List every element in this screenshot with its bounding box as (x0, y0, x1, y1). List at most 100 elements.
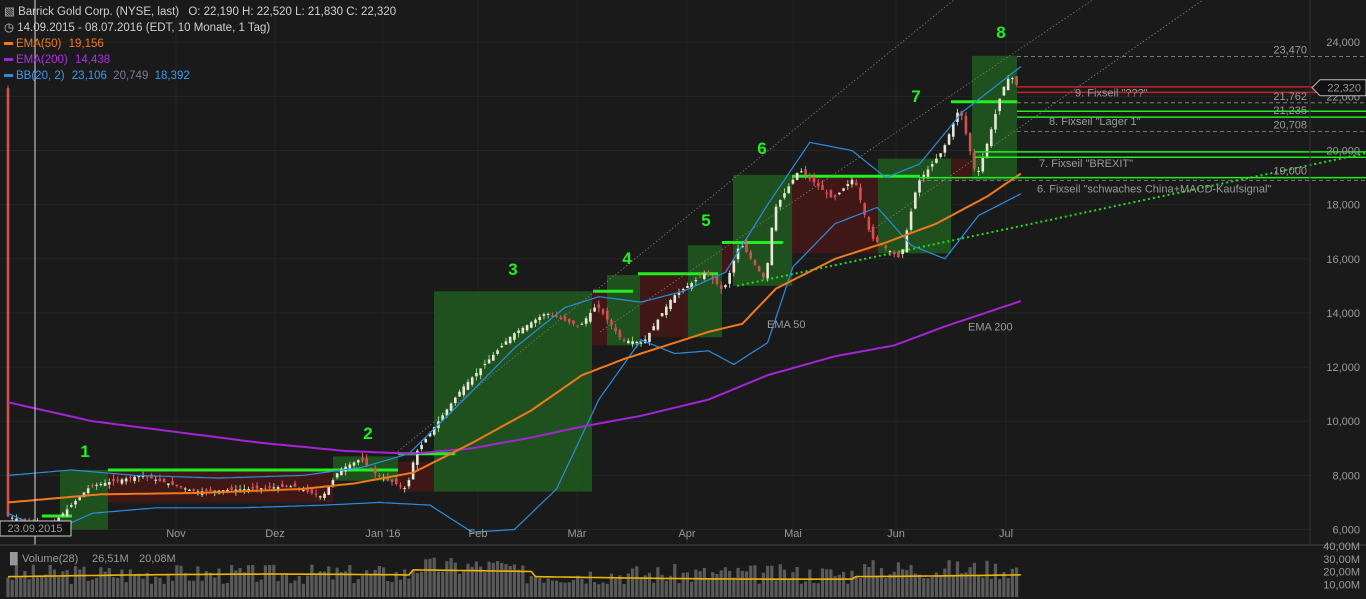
candle-body (627, 341, 630, 343)
candle-body (121, 479, 124, 483)
volume-bar (572, 580, 575, 597)
volume-bar (973, 563, 976, 597)
candle-body (268, 486, 271, 487)
volume-bar (850, 571, 853, 597)
volume-bar (357, 579, 360, 597)
volume-bar (441, 572, 444, 597)
ema200-swatch (4, 58, 13, 61)
candle-body (733, 261, 736, 273)
candle-body (471, 377, 474, 384)
date-range-line: ◷ 14.09.2015 - 08.07.2016 (EDT, 10 Monat… (4, 21, 270, 35)
y-tick-label: 12,000 (1326, 362, 1360, 374)
candle-body (914, 192, 917, 208)
volume-bar (931, 577, 934, 597)
candle-body (699, 277, 702, 278)
candle-body (657, 320, 660, 330)
wave-box-9 (688, 245, 722, 337)
volume-bar (728, 571, 731, 597)
volume-bar (614, 579, 617, 597)
candle-body (944, 145, 947, 153)
level-label-3: 21,235 (1273, 105, 1307, 117)
volume-bar (137, 574, 140, 597)
candle-body (809, 176, 812, 179)
price-chart[interactable]: 23,47021,76221,23520,70819,000 9. Fixsei… (0, 0, 1366, 599)
volume-bar (306, 576, 309, 597)
volume-bar (298, 576, 301, 597)
volume-bar (213, 578, 216, 597)
candle-body (728, 273, 731, 284)
candle-body (783, 193, 786, 197)
volume-bar (87, 581, 90, 597)
candle-body (408, 480, 411, 486)
candle-body (543, 314, 546, 316)
volume-bar (179, 566, 182, 597)
candle-body (1003, 87, 1006, 96)
volume-bar (289, 583, 292, 597)
candle-body (631, 341, 634, 344)
y-tick-label: 14,000 (1326, 308, 1360, 320)
volume-bar (956, 561, 959, 597)
candle-body (754, 261, 757, 265)
volume-bar (285, 573, 288, 597)
volume-bar (247, 565, 250, 597)
volume-bar (677, 583, 680, 597)
volume-bar (146, 573, 149, 597)
candle-body (876, 237, 879, 242)
volume-bar (960, 573, 963, 597)
volume-bar (1011, 569, 1014, 597)
volume-bar (656, 567, 659, 597)
volume-bar (433, 558, 436, 597)
x-tick-label: Jan '16 (365, 528, 400, 540)
candle-body (948, 134, 951, 144)
volume-bar (336, 568, 339, 597)
volume-bar (538, 578, 541, 597)
volume-bar (601, 582, 604, 597)
ema50-legend[interactable]: EMA(50) 19,156 (4, 37, 104, 51)
candle-body (661, 313, 664, 316)
candle-body (264, 488, 267, 489)
volume-bar (390, 582, 393, 597)
wave-box-8 (640, 275, 688, 337)
candle-body (205, 490, 208, 491)
volume-bar (378, 566, 381, 597)
candle-body (1011, 78, 1014, 79)
ema200-legend[interactable]: EMA(200) 14,438 (4, 53, 110, 67)
ema50-value: 19,156 (69, 38, 104, 50)
ema200-value: 14,438 (75, 54, 110, 66)
y-tick-label: 18,000 (1326, 200, 1360, 212)
volume-bar (897, 562, 900, 597)
volume-bar (597, 584, 600, 597)
wave-number-7: 7 (911, 87, 920, 106)
y-tick-label: 10,000 (1326, 416, 1360, 428)
level-label-1: 23,470 (1273, 45, 1307, 57)
candle-body (682, 289, 685, 290)
volume-bar (800, 584, 803, 597)
annotation-ema200: EMA 200 (968, 322, 1013, 334)
candle-body (154, 480, 157, 481)
candle-body (70, 505, 73, 507)
x-tick-label: Jun (887, 528, 905, 540)
volume-bar (863, 564, 866, 597)
candle-body (260, 488, 263, 489)
bb-lower: 18,392 (155, 70, 190, 82)
volume-bar (783, 570, 786, 597)
candle-body (821, 185, 824, 190)
volume-bar (576, 576, 579, 597)
volume-bar (623, 584, 626, 597)
wave-number-3: 3 (508, 260, 517, 279)
volume-bar (753, 565, 756, 597)
annotation-ema50: EMA 50 (767, 319, 806, 331)
volume-bar (589, 572, 592, 597)
volume-bar (758, 584, 761, 597)
volume-bar (57, 577, 60, 597)
volume-bar (977, 576, 980, 597)
volume-bar (424, 559, 427, 597)
candle-body (176, 485, 179, 486)
candle-body (762, 273, 765, 277)
bb-legend[interactable]: BB(20, 2) 23,106 20,749 18,392 (4, 69, 190, 83)
volume-tick-label: 10,00M (1323, 579, 1360, 591)
volume-bar (158, 578, 161, 597)
volume-bar (635, 566, 638, 597)
chart-title-line: ▧ Barrick Gold Corp. (NYSE, last) O: 22,… (4, 5, 396, 19)
candle-body (188, 490, 191, 491)
